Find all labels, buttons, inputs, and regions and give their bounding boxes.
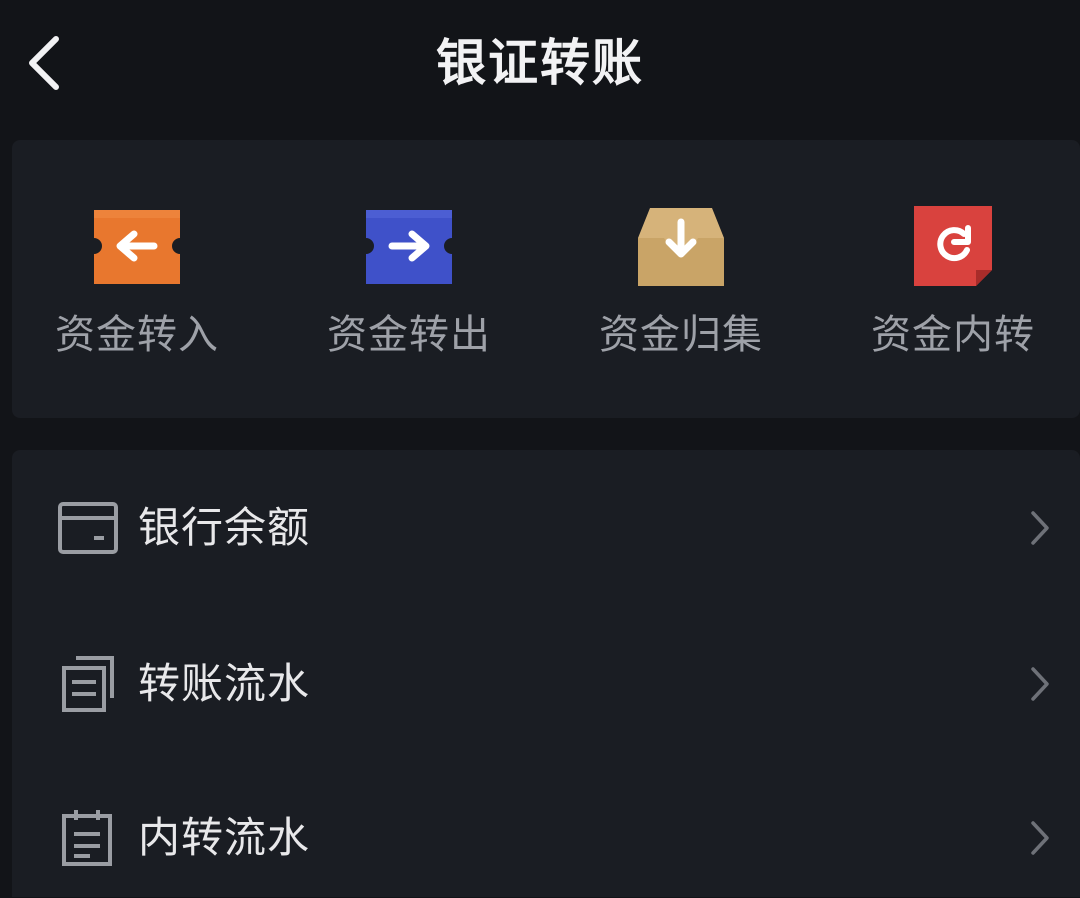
arrow-left-ticket-icon — [92, 204, 182, 290]
chevron-right-icon — [1028, 508, 1052, 548]
menu-list: 银行余额 转账流水 内转流水 — [12, 450, 1080, 897]
notepad-icon — [56, 806, 120, 870]
list-item-bank-balance[interactable]: 银行余额 — [12, 468, 1080, 588]
list-item-label: 转账流水 — [138, 659, 311, 708]
arrow-right-ticket-icon — [364, 204, 454, 290]
stacked-records-icon — [56, 652, 120, 716]
list-item-internal-records[interactable]: 内转流水 — [12, 778, 1080, 898]
chevron-right-icon — [1028, 664, 1052, 704]
action-label: 资金转出 — [327, 312, 491, 358]
page-title: 银证转账 — [436, 34, 644, 92]
action-label: 资金转入 — [55, 312, 219, 358]
list-item-label: 内转流水 — [138, 813, 311, 862]
action-label: 资金内转 — [871, 312, 1035, 358]
fund-actions-card: 资金转入 资金转出 资金归集 资金内转 — [12, 140, 1080, 418]
rotate-document-icon — [908, 204, 998, 290]
header: 银证转账 — [0, 0, 1080, 130]
chevron-right-icon — [1028, 818, 1052, 858]
list-item-transfer-records[interactable]: 转账流水 — [12, 624, 1080, 744]
action-transfer-in[interactable]: 资金转入 — [37, 204, 237, 364]
bank-card-icon — [56, 496, 120, 560]
action-fund-collection[interactable]: 资金归集 — [581, 204, 781, 364]
inbox-download-icon — [636, 204, 726, 290]
action-transfer-out[interactable]: 资金转出 — [309, 204, 509, 364]
action-label: 资金归集 — [599, 312, 763, 358]
list-item-label: 银行余额 — [138, 503, 311, 552]
action-internal-transfer[interactable]: 资金内转 — [853, 204, 1053, 364]
